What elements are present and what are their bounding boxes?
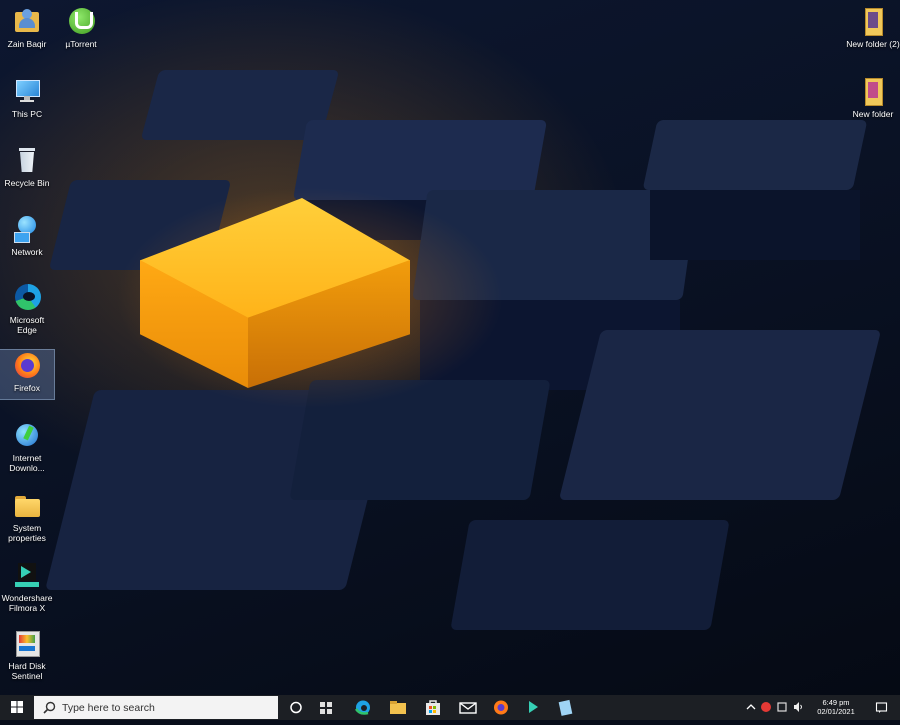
search-icon — [43, 701, 56, 714]
taskbar-store[interactable] — [420, 695, 446, 720]
desktop-icon-hard-disk-sentinel[interactable]: Hard Disk Sentinel — [0, 628, 54, 681]
task-view-button[interactable] — [283, 695, 309, 720]
desktop-icon-zain-baqir[interactable]: Zain Baqir — [0, 6, 54, 49]
desktop-icon-this-pc[interactable]: This PC — [0, 76, 54, 119]
start-button[interactable] — [0, 695, 34, 720]
desktop-icon-microsoft-edge[interactable]: Microsoft Edge — [0, 282, 54, 335]
volume-icon[interactable] — [792, 701, 804, 713]
chevron-up-icon[interactable] — [746, 702, 756, 712]
desktop-icon-new-folder-2[interactable]: New folder (2) — [846, 6, 900, 49]
taskbar-firefox[interactable] — [488, 695, 514, 720]
system-tray: 6:49 pm 02/01/2021 — [740, 695, 900, 720]
clock-date: 02/01/2021 — [817, 707, 855, 716]
desktop-icon-wondershare-filmora[interactable]: Wondershare Filmora X — [0, 560, 54, 613]
desktop-icon-label: System properties — [8, 523, 46, 543]
filmora-icon — [529, 701, 538, 713]
recycle-bin-icon — [12, 145, 42, 175]
desktop-icon-label: Wondershare Filmora X — [1, 593, 53, 613]
windows-logo-icon — [11, 701, 23, 713]
taskbar: Type here to search 6:49 pm 02/01/2021 — [0, 695, 900, 720]
computer-icon — [12, 76, 42, 106]
file-explorer-icon — [390, 701, 406, 714]
desktop-icon-system-properties[interactable]: System properties — [0, 490, 54, 543]
store-icon — [426, 700, 440, 715]
taskbar-clock[interactable]: 6:49 pm 02/01/2021 — [814, 698, 858, 716]
utorrent-icon — [66, 6, 96, 36]
firefox-icon — [12, 350, 42, 380]
desktop-icon-label: New folder (2) — [846, 39, 900, 49]
task-view-icon — [290, 701, 302, 714]
taskbar-file-explorer[interactable] — [385, 695, 411, 720]
network-icon — [12, 214, 42, 244]
desktop-icon-label: Internet Downlo... — [9, 453, 45, 473]
desktop-icon-label: Network — [11, 247, 43, 257]
hdd-sentinel-icon — [12, 628, 42, 658]
taskbar-edge[interactable] — [350, 695, 376, 720]
desktop-icon-new-folder[interactable]: New folder — [846, 76, 900, 119]
desktop-icon-label: Zain Baqir — [7, 39, 47, 49]
taskbar-mail[interactable] — [455, 695, 481, 720]
desktop-icon-label: µTorrent — [65, 39, 97, 49]
folder-icon — [858, 6, 888, 36]
clock-time: 6:49 pm — [822, 698, 850, 707]
desktop-icon-label: Microsoft Edge — [9, 315, 45, 335]
edge-icon — [12, 282, 42, 312]
notepad-icon — [558, 699, 573, 716]
desktop-icon-network[interactable]: Network — [0, 214, 54, 257]
desktop-icon-recycle-bin[interactable]: Recycle Bin — [0, 145, 54, 188]
filmora-icon — [12, 560, 42, 590]
desktop-icon-label: Recycle Bin — [4, 178, 50, 188]
desktop-icon-firefox[interactable]: Firefox — [0, 349, 55, 400]
desktop-icon-utorrent[interactable]: µTorrent — [54, 6, 108, 49]
user-folder-icon — [12, 6, 42, 36]
folder-icon — [858, 76, 888, 106]
desktop-icon-internet-download-manager[interactable]: Internet Downlo... — [0, 420, 54, 473]
desktop-icon-label: Hard Disk Sentinel — [8, 661, 46, 681]
taskbar-filmora[interactable] — [520, 695, 546, 720]
action-center-icon[interactable] — [875, 701, 888, 714]
usb-device-icon[interactable] — [776, 701, 788, 713]
firefox-icon — [494, 700, 508, 715]
taskbar-search-box[interactable]: Type here to search — [34, 696, 278, 719]
folder-icon — [12, 490, 42, 520]
mail-icon — [459, 702, 477, 714]
record-indicator-icon[interactable] — [760, 701, 772, 713]
edge-icon — [354, 700, 370, 715]
desktop-wallpaper — [0, 0, 900, 695]
desktop-icon-label: New folder — [852, 109, 894, 119]
desktop-icon-label: This PC — [11, 109, 43, 119]
taskbar-notepad[interactable] — [552, 695, 578, 720]
desktop-icon-label: Firefox — [14, 383, 40, 393]
app-grid-icon — [320, 702, 332, 714]
taskbar-app-grid[interactable] — [313, 695, 339, 720]
search-placeholder: Type here to search — [62, 702, 155, 714]
idm-icon — [12, 420, 42, 450]
